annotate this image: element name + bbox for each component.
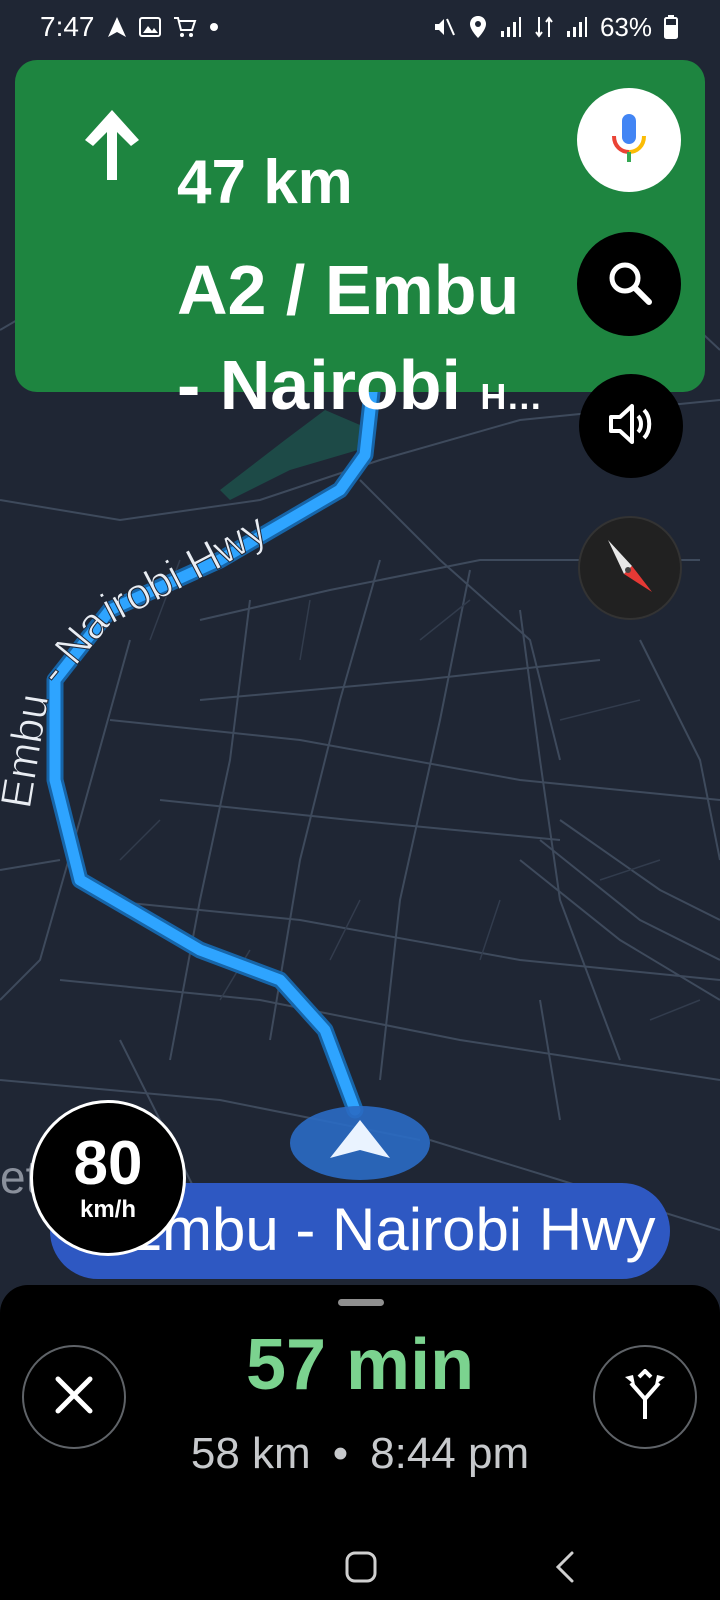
- navigation-icon: [107, 16, 127, 38]
- trip-distance: 58 km: [190, 1429, 311, 1478]
- alternate-routes-icon: [621, 1367, 669, 1426]
- compass-button[interactable]: [578, 516, 682, 620]
- route-label: Embu - Nairobi Hwy: [0, 504, 275, 811]
- status-time: 7:47: [40, 11, 95, 42]
- speed-limit-value: 80: [73, 1129, 143, 1198]
- speed-limit-unit: km/h: [79, 1196, 136, 1223]
- data-icon: [534, 15, 554, 39]
- drag-handle[interactable]: [338, 1299, 384, 1306]
- battery-icon: [664, 15, 678, 39]
- arrival-time: 8:44 pm: [370, 1429, 530, 1478]
- sound-button[interactable]: [579, 374, 683, 478]
- status-bar-left: 7:47: [40, 11, 219, 43]
- speed-limit-badge: 80 km/h: [30, 1100, 186, 1256]
- voice-button[interactable]: [577, 88, 681, 192]
- separator-dot: •: [332, 1429, 349, 1478]
- home-icon[interactable]: [344, 1550, 378, 1589]
- shopping-cart-icon: [173, 16, 197, 38]
- status-bar-right: 63%: [432, 12, 678, 43]
- straight-arrow-icon: [77, 104, 147, 189]
- alternate-routes-button[interactable]: [593, 1345, 697, 1449]
- signal-icon-2: [566, 16, 588, 38]
- current-road-name: Embu - Nairobi Hwy: [122, 1196, 656, 1263]
- signal-icon: [500, 16, 522, 38]
- mute-icon: [432, 15, 456, 39]
- search-button[interactable]: [577, 232, 681, 336]
- location-icon: [468, 15, 488, 39]
- system-nav-bar: [0, 1500, 720, 1600]
- road-name-line2: - Nairobi H…: [177, 345, 542, 437]
- road-name-line2-text: - Nairobi: [177, 346, 461, 424]
- battery-percent: 63%: [599, 11, 652, 42]
- gallery-icon: [138, 17, 161, 37]
- maneuver-distance: 47 km: [177, 148, 353, 217]
- mic-icon: [609, 112, 649, 169]
- road-name-line1: A2 / Embu: [177, 251, 520, 329]
- speaker-icon: [607, 402, 655, 451]
- dot-icon: [209, 22, 219, 32]
- search-icon: [605, 258, 653, 311]
- back-icon[interactable]: [552, 1550, 578, 1589]
- road-name-suffix: H…: [480, 376, 543, 417]
- compass-icon: [602, 534, 658, 603]
- status-bar: 7:47 63%: [0, 0, 720, 54]
